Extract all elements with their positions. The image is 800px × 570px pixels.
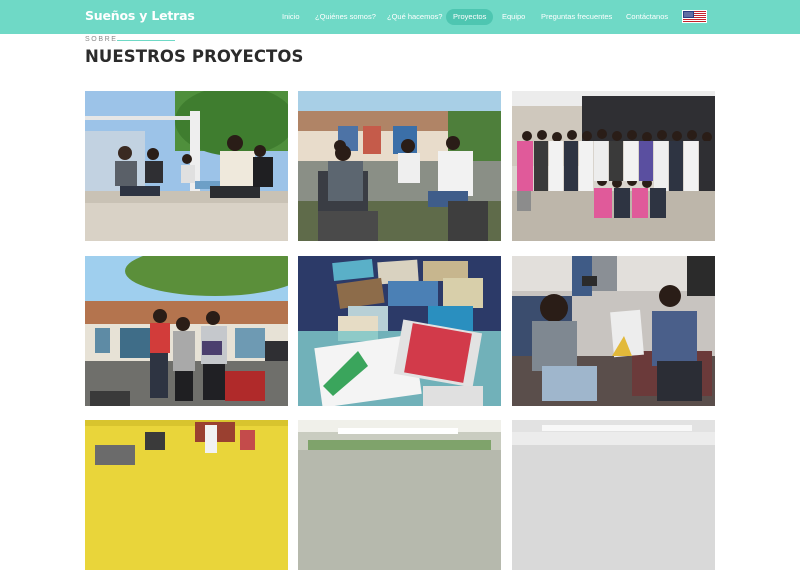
project-photo-1 xyxy=(85,91,288,241)
page-title: NUESTROS PROYECTOS xyxy=(85,47,304,66)
nav-item-inicio[interactable]: Inicio xyxy=(275,9,307,25)
main-nav: Inicio ¿Quiénes somos? ¿Qué hacemos? Pro… xyxy=(270,9,670,25)
project-photo-9 xyxy=(512,420,715,570)
project-card-6[interactable] xyxy=(512,256,715,406)
project-photo-3 xyxy=(512,91,715,241)
project-photo-7 xyxy=(85,420,288,570)
project-card-2[interactable] xyxy=(298,91,501,241)
project-card-3[interactable] xyxy=(512,91,715,241)
project-photo-6 xyxy=(512,256,715,406)
nav-item-equipo[interactable]: Equipo xyxy=(495,9,532,25)
project-card-7[interactable] xyxy=(85,420,288,570)
nav-item-proyectos[interactable]: Proyectos xyxy=(446,9,494,25)
nav-item-que-hacemos[interactable]: ¿Qué hacemos? xyxy=(380,9,449,25)
section-eyebrow: SOBRE xyxy=(85,36,118,43)
nav-item-preguntas-frecuentes[interactable]: Preguntas frecuentes xyxy=(534,9,619,25)
project-card-8[interactable] xyxy=(298,420,501,570)
project-card-1[interactable] xyxy=(85,91,288,241)
flag-canton xyxy=(683,11,694,18)
project-photo-8 xyxy=(298,420,501,570)
project-photo-4 xyxy=(85,256,288,406)
project-photo-5 xyxy=(298,256,501,406)
project-photo-2 xyxy=(298,91,501,241)
us-flag-icon[interactable] xyxy=(682,10,707,23)
brand-logo[interactable]: Sueños y Letras xyxy=(85,8,195,23)
top-navbar: Sueños y Letras Inicio ¿Quiénes somos? ¿… xyxy=(0,0,800,34)
eyebrow-divider xyxy=(117,40,175,41)
nav-item-contactanos[interactable]: Contáctanos xyxy=(619,9,675,25)
project-card-9[interactable] xyxy=(512,420,715,570)
nav-item-quienes-somos[interactable]: ¿Quiénes somos? xyxy=(308,9,383,25)
project-card-4[interactable] xyxy=(85,256,288,406)
project-card-5[interactable] xyxy=(298,256,501,406)
